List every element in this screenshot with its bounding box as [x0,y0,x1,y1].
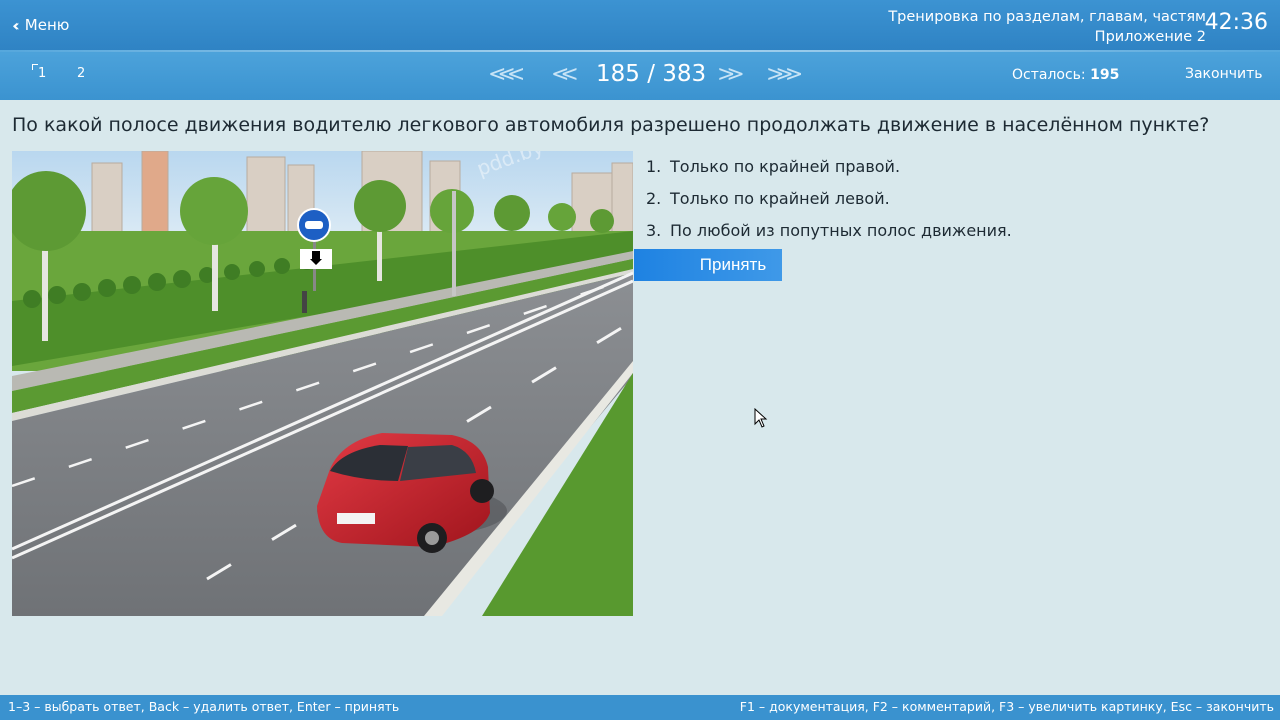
finish-button[interactable]: Закончить [1185,66,1263,82]
timer: 42:36 [1204,10,1268,35]
answer-number: 3. [646,220,662,240]
menu-label: Меню [24,16,70,34]
remaining-value: 195 [1090,67,1120,83]
status-bar: 1–3 – выбрать ответ, Back – удалить отве… [0,695,1280,720]
answer-list: 1. Только по крайней правой. 2. Только п… [646,150,1266,246]
road-scene: pdd.by [12,151,633,616]
page-tab-2[interactable]: 2 [77,66,85,81]
remaining-label: Осталось: [1012,67,1086,83]
answer-number: 1. [646,156,662,176]
prev-question-icon[interactable]: << [551,62,579,87]
page-tab-1[interactable]: 1 [31,64,46,81]
answer-text: По любой из попутных полос движения. [670,220,1012,240]
last-question-icon[interactable]: >>> [766,62,803,87]
answer-option-3[interactable]: 3. По любой из попутных полос движения. [646,214,1266,246]
question-text: По какой полосе движения водителю легков… [12,114,1210,136]
title-bar: ‹‹ Меню Тренировка по разделам, главам, … [0,0,1280,50]
answer-text: Только по крайней левой. [670,188,890,208]
next-question-icon[interactable]: >> [717,62,745,87]
mode-subtitle-text: Приложение 2 [1094,29,1206,45]
question-counter: 185 / 383 [596,61,707,87]
remaining-counter: Осталось: 195 [1012,67,1119,83]
keyboard-hint-right: F1 – документация, F2 – комментарий, F3 … [739,699,1274,714]
accept-button[interactable]: Принять [634,249,782,281]
first-question-icon[interactable]: <<< [488,62,525,87]
answer-option-1[interactable]: 1. Только по крайней правой. [646,150,1266,182]
menu-button[interactable]: ‹‹ Меню [12,13,69,37]
question-nav-bar: 1 2 <<< << 185 / 383 >> >>> Осталось: 19… [0,50,1280,100]
answer-number: 2. [646,188,662,208]
question-image[interactable]: pdd.by [12,151,633,616]
chevron-left-icon: ‹‹ [12,15,19,35]
answer-text: Только по крайней правой. [670,156,901,176]
mode-title: Тренировка по разделам, главам, частям П… [888,7,1206,47]
mode-title-text: Тренировка по разделам, главам, частям [888,9,1206,25]
keyboard-hint-left: 1–3 – выбрать ответ, Back – удалить отве… [8,699,400,714]
answer-option-2[interactable]: 2. Только по крайней левой. [646,182,1266,214]
mouse-pointer-icon [754,408,768,428]
